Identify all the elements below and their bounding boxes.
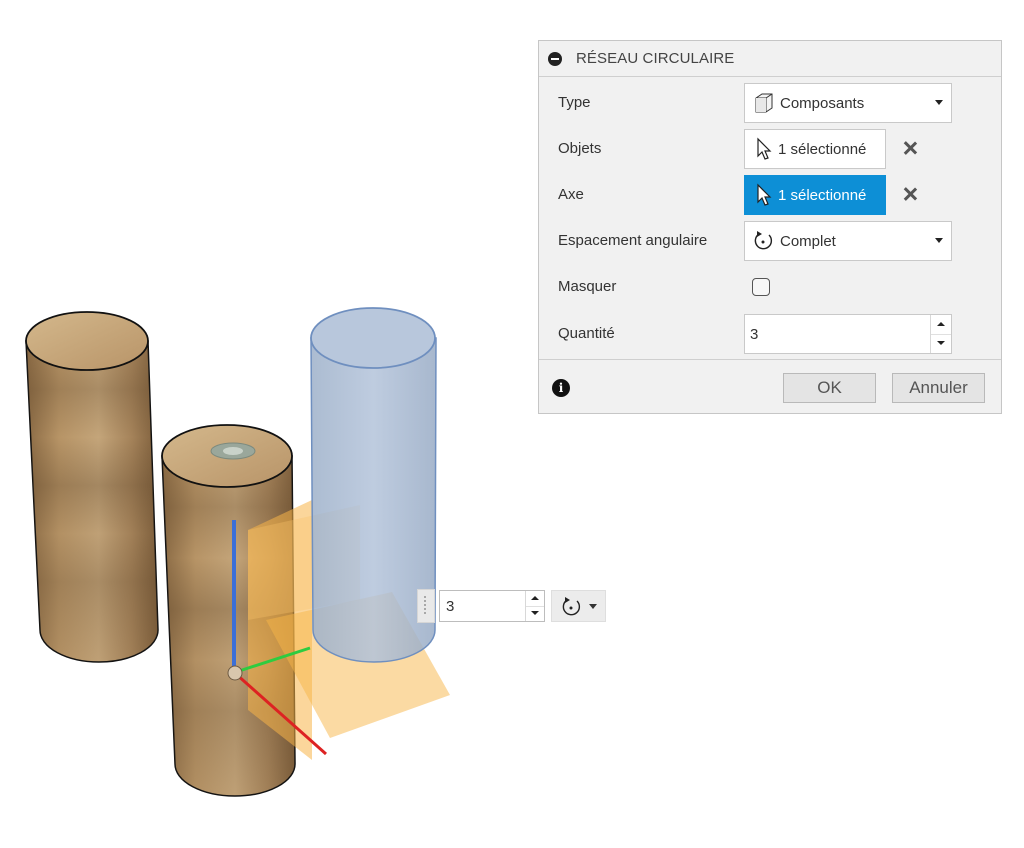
drag-grip-icon[interactable] [417,589,435,623]
row-suppress: Masquer [539,266,1001,308]
clear-axis-icon[interactable] [901,185,919,203]
component-box-icon [755,93,773,113]
row-axis: Axe 1 sélectionné [539,174,1001,216]
row-quantity: Quantité [539,313,1001,355]
axis-label: Axe [558,186,584,203]
angular-spacing-value: Complet [780,232,836,250]
row-type: Type Composants [539,82,1001,124]
info-icon[interactable]: i [552,379,570,397]
angular-spacing-label: Espacement angulaire [558,232,708,249]
quantity-label: Quantité [558,325,615,342]
canvas-quantity-value[interactable]: 3 [446,598,454,615]
chevron-down-icon [589,604,597,609]
objects-selection-button[interactable]: 1 sélectionné [744,129,886,169]
increment-icon[interactable] [931,315,951,335]
circular-spacing-icon [754,231,773,250]
suppress-checkbox[interactable] [752,278,770,296]
canvas-quantity-widget: 3 [417,589,547,623]
type-value: Composants [780,94,865,112]
circular-pattern-dialog: RÉSEAU CIRCULAIRE Type Composants Objets… [538,40,1002,414]
angular-spacing-dropdown[interactable]: Complet [744,221,952,261]
objects-value: 1 sélectionné [778,140,867,158]
axis-selection-button[interactable]: 1 sélectionné [744,175,886,215]
circular-spacing-icon [562,597,581,616]
suppress-label: Masquer [558,278,617,295]
canvas-spacing-dropdown[interactable] [551,590,606,622]
chevron-down-icon [935,100,943,105]
ok-button[interactable]: OK [783,373,876,403]
increment-icon[interactable] [526,591,544,607]
canvas-quantity-stepper[interactable]: 3 [439,590,545,622]
quantity-stepper[interactable] [744,314,952,354]
decrement-icon[interactable] [931,334,951,353]
quantity-spin-buttons [930,315,951,353]
cursor-arrow-icon [757,183,772,206]
dialog-header: RÉSEAU CIRCULAIRE [539,41,1001,77]
row-angular-spacing: Espacement angulaire Complet [539,220,1001,262]
cursor-arrow-icon [757,137,772,160]
type-dropdown[interactable]: Composants [744,83,952,123]
dialog-footer: i OK Annuler [539,359,1001,415]
canvas-quantity-spin-buttons [525,591,544,621]
quantity-input[interactable] [745,315,931,353]
clear-objects-icon[interactable] [901,139,919,157]
objects-label: Objets [558,140,602,157]
collapse-icon[interactable] [548,51,562,66]
axis-value: 1 sélectionné [778,186,867,204]
decrement-icon[interactable] [526,606,544,621]
cancel-button[interactable]: Annuler [892,373,985,403]
type-label: Type [558,94,591,111]
row-objects: Objets 1 sélectionné [539,128,1001,170]
pattern-instance-left[interactable] [25,311,159,663]
dialog-title: RÉSEAU CIRCULAIRE [576,50,735,67]
chevron-down-icon [935,238,943,243]
